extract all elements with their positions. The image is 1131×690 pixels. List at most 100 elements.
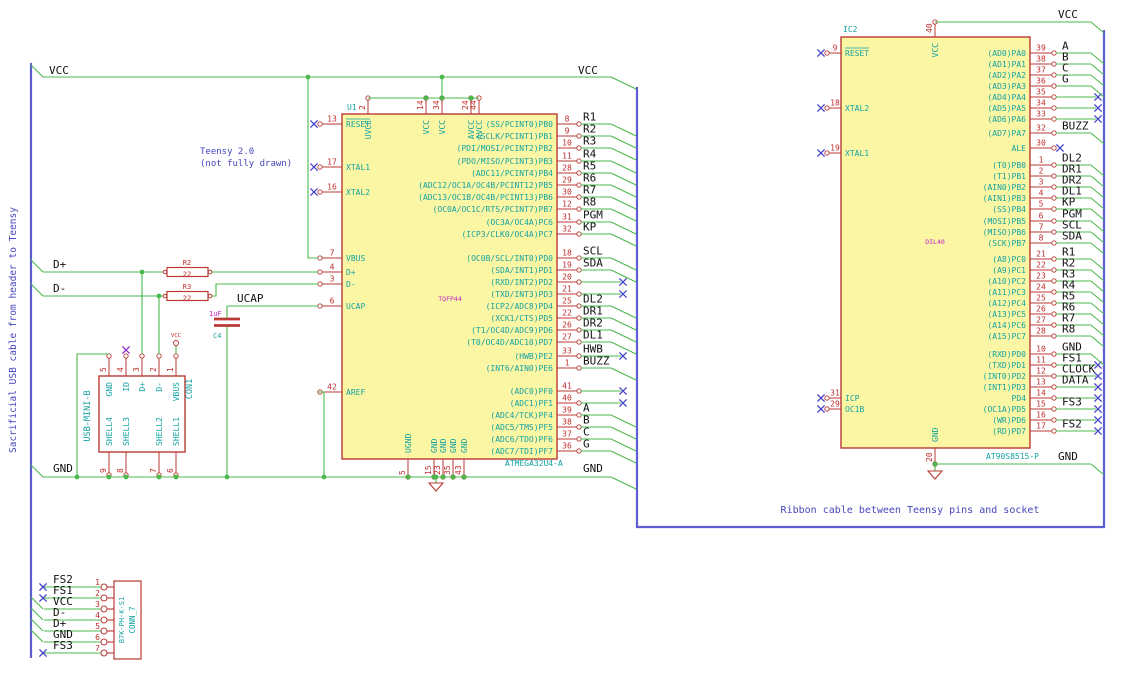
pin-number: 7 [1039, 223, 1044, 232]
pin-number: 40 [562, 394, 572, 403]
junction-dot [74, 474, 80, 480]
pin-end [576, 206, 582, 212]
component-part: AT90S8515-P [986, 452, 1039, 461]
pin-number: 16 [1036, 411, 1046, 420]
net-label: KP [583, 221, 597, 234]
pin-name: SHELL4 [105, 417, 114, 446]
pin-name: UCAP [346, 302, 365, 311]
pin-name: ICP [845, 394, 860, 403]
pin-name: XTAL2 [845, 104, 869, 113]
pin-number: 28 [1036, 327, 1046, 336]
pin-name: OC1B [845, 405, 864, 414]
pin-end [156, 353, 162, 359]
pin-number: 12 [562, 200, 572, 209]
pin-end [317, 189, 323, 195]
pin-number: 14 [416, 100, 425, 110]
pin-name: (AD5)PA5 [987, 104, 1026, 113]
pin-end [576, 267, 582, 273]
pin-name: (ADC11/PCINT4)PB4 [471, 169, 553, 178]
pin-number: 8 [565, 115, 570, 124]
pin-end [317, 303, 323, 309]
pin-end [824, 50, 830, 56]
pin-number: 7 [95, 644, 100, 653]
pin-end [1051, 184, 1057, 190]
pin-end [824, 395, 830, 401]
pin-end [1051, 373, 1057, 379]
pin-end [1051, 145, 1057, 151]
pin-end [576, 170, 582, 176]
pin-number: 6 [166, 468, 175, 473]
pin-end [173, 340, 179, 346]
pin-name: (ADC12/OC1A/OC4B/PCINT12)PB5 [418, 181, 553, 190]
pin-number: 5 [1039, 200, 1044, 209]
component-ref: IC2 [843, 25, 858, 34]
pin-number: 31 [562, 213, 572, 222]
pin-number: 2 [95, 589, 100, 598]
pin-end [576, 255, 582, 261]
pin-number: 22 [1036, 261, 1046, 270]
pin-number: 11 [562, 152, 572, 161]
pin-end [576, 436, 582, 442]
net-label: D- [53, 282, 66, 295]
pin-name: VCC [931, 43, 940, 58]
pin-number: 4 [1039, 189, 1044, 198]
pin-number: 24 [1036, 283, 1046, 292]
pin-name: GND [439, 438, 448, 453]
pin-name: (T0/OC4D/ADC10)PD7 [466, 338, 553, 347]
net-label: VCC [49, 64, 69, 77]
pin-name: (RXD)PD0 [987, 350, 1026, 359]
pin-end [824, 406, 830, 412]
pin-number: 39 [1036, 44, 1046, 53]
pin-name: VCC [438, 120, 447, 135]
pin-name: D+ [346, 268, 356, 277]
pin-number: 38 [1036, 55, 1046, 64]
pin-end [576, 133, 582, 139]
pin-end [824, 105, 830, 111]
pin-number: 1 [1039, 156, 1044, 165]
pin-name: (RXD/INT2)PD2 [490, 278, 553, 287]
pin-number: 19 [830, 144, 840, 153]
pin-number: 42 [327, 383, 337, 392]
pin-end [576, 327, 582, 333]
pin-number: 10 [562, 139, 572, 148]
pin-end [576, 219, 582, 225]
pin-number: 36 [562, 442, 572, 451]
net-label: DATA [1062, 374, 1089, 387]
pin-end [576, 158, 582, 164]
pin-number: 21 [562, 285, 572, 294]
pin-end [576, 145, 582, 151]
pin-name: GND [430, 438, 439, 453]
pin-name: (ICP3/CLK0/OC4A)PC7 [461, 230, 553, 239]
pin-number: 1 [95, 578, 100, 587]
pin-name: (SCLK/PCINT1)PB1 [476, 132, 553, 141]
pin-name: (AD3)PA3 [987, 82, 1026, 91]
pin-name: (TXD/INT3)PD3 [490, 290, 553, 299]
pin-name: UVCC [364, 120, 373, 139]
pin-end [1051, 105, 1057, 111]
net-label: G [583, 438, 590, 451]
pin-number: 30 [1036, 139, 1046, 148]
pin-number: 43 [454, 465, 463, 475]
net-label: BUZZ [583, 355, 610, 368]
pin-number: 40 [925, 23, 934, 33]
pin-name: AVCC [475, 120, 484, 139]
pin-number: 44 [469, 100, 478, 110]
pin-name: (AD2)PA2 [987, 71, 1026, 80]
pin-number: 15 [424, 465, 433, 475]
pin-name: ID [122, 382, 131, 392]
pin-name: UGND [404, 434, 413, 453]
pin-end [317, 255, 323, 261]
net-label: G [1062, 73, 1069, 86]
component-ref: C4 [213, 332, 221, 340]
note-text: (not fully drawn) [200, 159, 292, 169]
pin-end [576, 388, 582, 394]
pin-number: 32 [1036, 124, 1046, 133]
net-label: VCC [1058, 8, 1078, 21]
pin-number: 9 [565, 127, 570, 136]
pin-number: 16 [327, 183, 337, 192]
pin-number: 10 [1036, 345, 1046, 354]
pin-end [576, 182, 582, 188]
junction-dot [139, 269, 145, 275]
pin-name: XTAL2 [346, 188, 370, 197]
pin-number: 19 [562, 261, 572, 270]
